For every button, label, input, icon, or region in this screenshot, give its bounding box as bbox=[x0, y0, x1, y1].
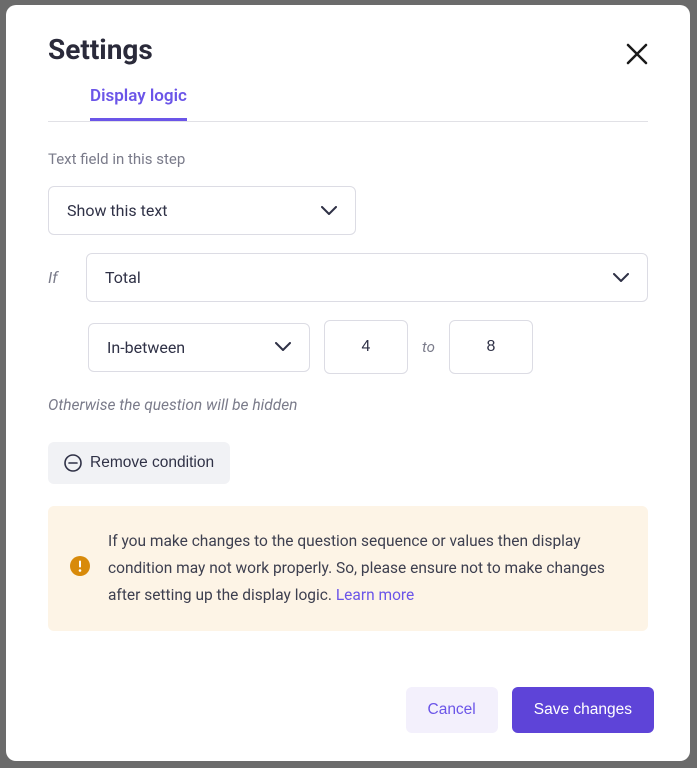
chevron-down-icon bbox=[613, 273, 629, 283]
close-icon bbox=[626, 43, 648, 65]
section-label: Text field in this step bbox=[48, 150, 648, 168]
remove-condition-label: Remove condition bbox=[90, 454, 214, 472]
remove-condition-button[interactable]: Remove condition bbox=[48, 442, 230, 484]
chevron-down-icon bbox=[275, 342, 291, 352]
modal-content: Text field in this step Show this text I… bbox=[6, 122, 690, 662]
condition-values-row: In-between to bbox=[88, 320, 648, 374]
save-button[interactable]: Save changes bbox=[512, 687, 654, 733]
warning-text: If you make changes to the question sequ… bbox=[108, 528, 626, 609]
cancel-button[interactable]: Cancel bbox=[406, 687, 498, 733]
minus-circle-icon bbox=[64, 454, 82, 472]
modal-footer: Cancel Save changes bbox=[6, 662, 690, 761]
tab-display-logic[interactable]: Display logic bbox=[90, 86, 187, 121]
operator-select[interactable]: In-between bbox=[88, 323, 310, 372]
show-text-select[interactable]: Show this text bbox=[48, 186, 356, 235]
warning-panel: If you make changes to the question sequ… bbox=[48, 506, 648, 631]
condition-field-row: If Total bbox=[48, 253, 648, 302]
tabs: Display logic bbox=[48, 86, 648, 122]
to-label: to bbox=[422, 338, 435, 356]
settings-modal: Settings Display logic Text field in thi… bbox=[6, 5, 690, 761]
value-from-input[interactable] bbox=[324, 320, 408, 374]
learn-more-link[interactable]: Learn more bbox=[336, 586, 414, 604]
field-select-value: Total bbox=[105, 268, 141, 287]
operator-select-value: In-between bbox=[107, 338, 185, 357]
if-label: If bbox=[48, 268, 68, 287]
close-button[interactable] bbox=[622, 39, 652, 69]
modal-title: Settings bbox=[48, 33, 648, 66]
field-select[interactable]: Total bbox=[86, 253, 648, 302]
otherwise-text: Otherwise the question will be hidden bbox=[48, 396, 648, 414]
show-text-select-value: Show this text bbox=[67, 201, 167, 220]
value-to-input[interactable] bbox=[449, 320, 533, 374]
modal-header: Settings Display logic bbox=[6, 5, 690, 122]
chevron-down-icon bbox=[321, 206, 337, 216]
warning-icon bbox=[70, 556, 90, 576]
